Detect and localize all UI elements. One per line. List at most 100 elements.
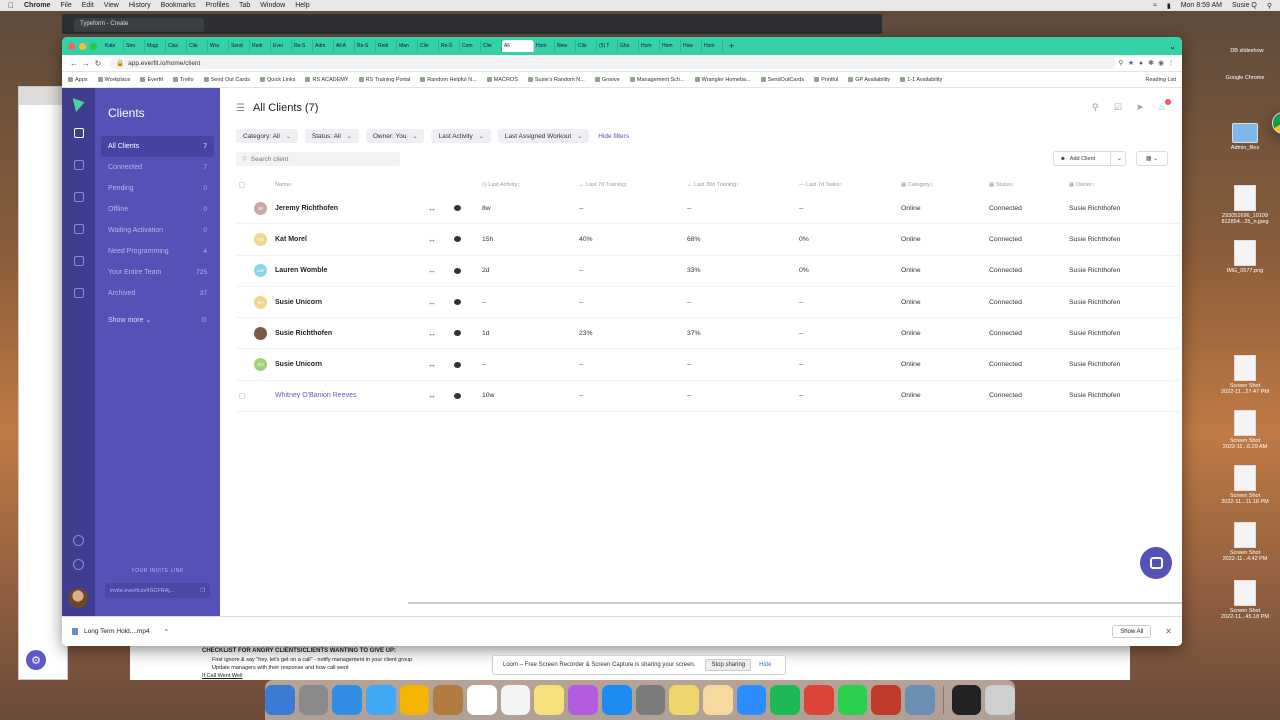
chevron-down-icon[interactable]: ⌄ xyxy=(1117,155,1122,162)
message-icon[interactable] xyxy=(454,361,482,368)
horizontal-scrollbar[interactable] xyxy=(408,602,1182,604)
row-checkbox[interactable] xyxy=(236,330,246,336)
bookmark-item[interactable]: SendOutCards xyxy=(760,77,804,83)
sync-arrows-icon[interactable]: ↔ xyxy=(428,329,454,338)
menu-bookmarks[interactable]: Bookmarks xyxy=(161,2,196,9)
browser-tab[interactable]: Stro xyxy=(124,40,145,52)
minimize-window-button[interactable] xyxy=(79,42,86,50)
browser-tab[interactable]: Com xyxy=(460,40,481,52)
desktop-icon[interactable]: Screen Shot 2022-11...6.29 AM xyxy=(1210,410,1280,450)
client-name-cell[interactable]: SU Susie Unicorn xyxy=(246,295,428,309)
background-tab-typeform[interactable]: Typeform - Create xyxy=(74,18,204,32)
client-name[interactable]: Susie Unicorn xyxy=(275,361,322,368)
bookmark-item[interactable]: Printful xyxy=(814,77,838,83)
desktop-icon[interactable]: Google Chrome xyxy=(1210,75,1280,134)
row-checkbox[interactable] xyxy=(236,392,246,399)
message-icon[interactable] xyxy=(454,236,482,243)
menu-clock[interactable]: Mon 8:59 AM xyxy=(1181,2,1222,9)
browser-tab[interactable]: Wra xyxy=(208,40,229,52)
sidebar-item-your-entire-team[interactable]: Your Entire Team 725 xyxy=(101,262,214,283)
dock-app-icon[interactable] xyxy=(803,685,834,715)
browser-tab[interactable]: Re-S xyxy=(355,40,376,52)
forward-button[interactable]: → xyxy=(80,59,92,68)
filter-last-assigned-workout[interactable]: Last Assigned Workout ⌄ xyxy=(497,129,590,143)
browser-tab[interactable]: Re-S xyxy=(439,40,460,52)
bookmark-item[interactable]: 1-1 Availability xyxy=(900,77,942,83)
bell-icon[interactable]: ♨ xyxy=(1158,99,1171,112)
bookmark-item[interactable]: Random Helpful N... xyxy=(420,77,477,83)
message-icon[interactable] xyxy=(454,330,482,337)
reading-list-button[interactable]: Reading List xyxy=(1145,77,1176,83)
search-icon[interactable]: ⚲ xyxy=(1092,102,1102,112)
sync-arrows-icon[interactable]: ↔ xyxy=(428,298,454,307)
browser-tab[interactable]: Kate xyxy=(103,40,124,52)
teams-nav-icon[interactable] xyxy=(73,288,84,298)
col-last-7d-training[interactable]: ↔ Last 7d Training↕ xyxy=(579,182,687,188)
client-name-cell[interactable]: KM Kat Morel xyxy=(246,232,428,246)
col-owner[interactable]: ▦ Owner↕ xyxy=(1069,182,1179,188)
new-tab-button[interactable]: + xyxy=(729,41,734,51)
menu-history[interactable]: History xyxy=(129,2,151,9)
bookmark-item[interactable]: Workplace xyxy=(97,77,130,83)
menu-window[interactable]: Window xyxy=(260,2,285,9)
table-row[interactable]: SU Susie Unicorn ↔ -- -- -- -- Online Connected S… xyxy=(236,349,1180,381)
spotlight-icon[interactable]: ⚲ xyxy=(1267,2,1272,10)
autoflow-nav-icon[interactable] xyxy=(73,224,84,234)
sidebar-item-all-clients[interactable]: All Clients 7 xyxy=(101,136,214,157)
dock-app-icon[interactable] xyxy=(298,685,329,715)
filter-owner[interactable]: Owner: You ⌄ xyxy=(365,129,425,143)
payment-nav-icon[interactable] xyxy=(73,535,84,546)
browser-tab[interactable]: Hom xyxy=(660,40,681,52)
programs-nav-icon[interactable] xyxy=(73,256,84,266)
col-last-activity[interactable]: ◷ Last Activity↕ xyxy=(482,182,579,188)
dock-app-icon[interactable] xyxy=(985,685,1016,715)
client-name-cell[interactable]: LW Lauren Womble xyxy=(246,264,428,278)
browser-tab[interactable]: All A xyxy=(334,40,355,52)
bookmark-item[interactable]: Trello xyxy=(173,77,194,83)
dock-app-icon[interactable] xyxy=(951,685,982,715)
inbox-nav-icon[interactable] xyxy=(73,192,84,202)
bookmark-item[interactable]: RS ACADEMY xyxy=(305,77,349,83)
dock-app-icon[interactable] xyxy=(736,685,767,715)
tasks-icon[interactable]: ☑ xyxy=(1114,102,1124,112)
dock-app-icon[interactable] xyxy=(534,685,565,715)
dock-app-icon[interactable] xyxy=(264,685,295,715)
row-checkbox[interactable] xyxy=(236,268,246,274)
sidebar-item-offline[interactable]: Offline 0 xyxy=(101,199,214,220)
filter-category[interactable]: Category: All ⌄ xyxy=(236,129,298,143)
columns-button[interactable]: ▦ ⌄ xyxy=(1136,151,1168,166)
menu-tab[interactable]: Tab xyxy=(239,2,250,9)
menu-file[interactable]: File xyxy=(60,2,71,9)
menu-help[interactable]: Help xyxy=(295,2,309,9)
browser-tab[interactable]: Adm xyxy=(313,40,334,52)
dock-app-icon[interactable] xyxy=(568,685,598,715)
browser-tab[interactable]: Ever xyxy=(271,40,292,52)
client-name-cell[interactable]: SU Susie Unicorn xyxy=(246,358,428,372)
browser-tab[interactable]: How xyxy=(681,40,702,52)
bookmark-item[interactable]: RS Training Portal xyxy=(358,77,410,83)
back-button[interactable]: ← xyxy=(68,59,80,68)
col-category[interactable]: ▦ Category↕ xyxy=(901,182,989,188)
stop-sharing-button[interactable]: Stop sharing xyxy=(705,659,752,671)
sidebar-item-connected[interactable]: Connected 7 xyxy=(101,157,214,178)
battery-icon[interactable]: ▮ xyxy=(1167,2,1171,10)
dock-app-icon[interactable] xyxy=(669,685,699,715)
download-item[interactable]: Long Term Hold....mp4 ⌃ xyxy=(72,628,169,636)
filter-status[interactable]: Status: All ⌄ xyxy=(304,129,359,143)
row-checkbox[interactable] xyxy=(236,299,246,305)
client-name[interactable]: Kat Morel xyxy=(275,236,307,243)
search-client-input[interactable] xyxy=(250,155,381,163)
table-row[interactable]: SU Susie Unicorn ↔ -- -- -- -- Online Connected S… xyxy=(236,287,1180,319)
message-icon[interactable] xyxy=(454,392,482,399)
bookmark-star-icon[interactable]: ★ xyxy=(1126,59,1136,67)
bookmark-item[interactable]: Management Sch... xyxy=(629,77,685,83)
col-last-30d-training[interactable]: ↔ Last 30d Training↕ xyxy=(687,182,799,188)
support-chat-button[interactable] xyxy=(1140,547,1172,579)
browser-tab[interactable]: Send xyxy=(229,40,250,52)
invite-link-field[interactable]: invite.everfit.io/4SCFRAj... ❐ xyxy=(105,583,210,598)
sidebar-item-waiting-activation[interactable]: Waiting Activation 0 xyxy=(101,220,214,241)
zoom-window-button[interactable] xyxy=(90,42,97,50)
menu-edit[interactable]: Edit xyxy=(82,2,94,9)
browser-tab[interactable]: Clie xyxy=(576,40,597,52)
sync-arrows-icon[interactable]: ↔ xyxy=(428,235,454,244)
